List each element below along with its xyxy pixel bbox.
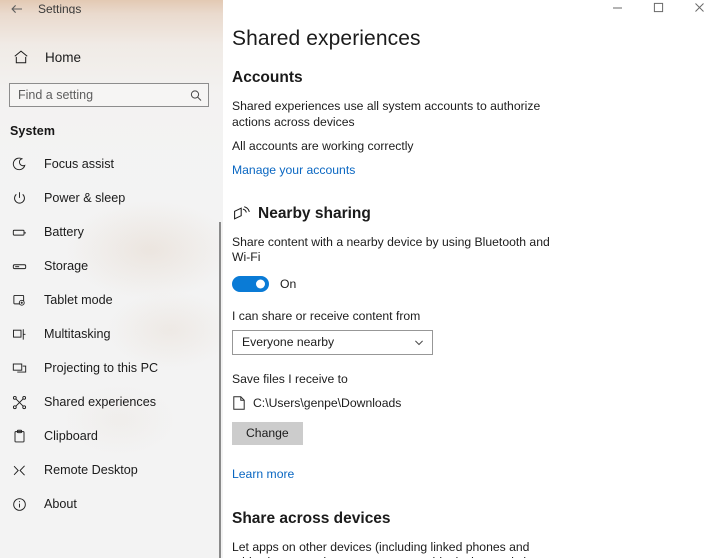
tablet-icon (11, 292, 27, 308)
sidebar-item-remote-desktop[interactable]: Remote Desktop (0, 453, 223, 487)
window-title: Settings (38, 2, 82, 14)
accounts-description: Shared experiences use all system accoun… (232, 99, 541, 129)
sidebar-item-about[interactable]: About (0, 487, 223, 521)
sidebar-scrollbar[interactable] (217, 222, 223, 558)
sidebar-item-label: Battery (44, 225, 84, 239)
window-controls (597, 0, 720, 13)
sidebar-item-home[interactable]: Home (0, 44, 223, 70)
accounts-status: All accounts are working correctly (232, 139, 414, 153)
accounts-heading: Accounts (232, 69, 303, 86)
share-source-label: I can share or receive content from (232, 308, 421, 323)
learn-more-link[interactable]: Learn more (232, 467, 294, 481)
folder-icon (232, 396, 245, 411)
nearby-sharing-toggle[interactable] (232, 275, 269, 292)
share-source-value: Everyone nearby (242, 335, 335, 349)
manage-your-accounts-link[interactable]: Manage your accounts (232, 163, 355, 177)
close-button[interactable] (679, 0, 720, 13)
sidebar-item-projecting-to-this-pc[interactable]: Projecting to this PC (0, 351, 223, 385)
search-box[interactable] (9, 83, 209, 107)
search-icon[interactable] (189, 89, 202, 102)
sidebar-item-label: Multitasking (44, 327, 111, 341)
battery-icon (11, 224, 27, 240)
sidebar-item-multitasking[interactable]: Multitasking (0, 317, 223, 351)
main-content: Shared experiences Accounts Shared exper… (223, 0, 720, 558)
chevron-down-icon (413, 337, 424, 348)
save-path-row: C:\Users\genpe\Downloads (232, 396, 720, 411)
nearby-sharing-description: Share content with a nearby device by us… (232, 234, 550, 265)
sidebar-item-clipboard[interactable]: Clipboard (0, 419, 223, 453)
sidebar-item-label: Focus assist (44, 157, 114, 171)
maximize-button[interactable] (638, 0, 679, 13)
sidebar-item-label: Projecting to this PC (44, 361, 159, 375)
sidebar-group-title: System (10, 124, 56, 138)
remote-desktop-icon (11, 462, 27, 478)
sidebar-nav: Focus assist Power & sleep Battery Stora… (0, 147, 223, 521)
nearby-sharing-heading-row: Nearby sharing (232, 204, 720, 224)
sidebar-scrollbar-thumb[interactable] (219, 222, 221, 558)
shared-experiences-icon (11, 394, 27, 410)
sidebar-item-tablet-mode[interactable]: Tablet mode (0, 283, 223, 317)
save-path-value: C:\Users\genpe\Downloads (253, 396, 402, 410)
home-icon (12, 49, 29, 66)
sidebar-item-focus-assist[interactable]: Focus assist (0, 147, 223, 181)
info-icon (11, 496, 27, 512)
sidebar-item-label: Tablet mode (44, 293, 113, 307)
back-arrow-icon[interactable] (10, 2, 24, 14)
clipboard-icon (11, 428, 27, 444)
page-title: Shared experiences (232, 27, 421, 50)
sidebar-item-label: About (44, 497, 77, 511)
share-across-devices-description: Let apps on other devices (including lin… (232, 539, 539, 558)
sidebar-item-battery[interactable]: Battery (0, 215, 223, 249)
share-across-devices-heading: Share across devices (232, 509, 391, 527)
moon-icon (11, 156, 27, 172)
title-bar-left: Settings (0, 0, 223, 14)
projecting-icon (11, 360, 27, 376)
change-button[interactable]: Change (232, 421, 303, 445)
sidebar-item-label: Power & sleep (44, 191, 126, 205)
sidebar-item-label: Clipboard (44, 429, 98, 443)
sidebar-item-label: Shared experiences (44, 395, 157, 409)
sidebar-item-storage[interactable]: Storage (0, 249, 223, 283)
settings-page: Shared experiences Accounts Shared exper… (223, 0, 720, 558)
settings-window: Settings Home Syste (0, 0, 720, 558)
storage-icon (11, 258, 27, 274)
sidebar-home-label: Home (45, 49, 82, 65)
sidebar-item-power-and-sleep[interactable]: Power & sleep (0, 181, 223, 215)
sidebar: Settings Home Syste (0, 0, 223, 558)
sidebar-item-label: Storage (44, 259, 89, 273)
search-container (0, 83, 223, 107)
power-icon (11, 190, 27, 206)
nearby-sharing-toggle-row: On (232, 275, 720, 292)
save-files-label: Save files I receive to (232, 371, 348, 386)
multitasking-icon (11, 326, 27, 342)
sidebar-item-label: Remote Desktop (44, 463, 138, 477)
minimize-button[interactable] (597, 0, 638, 13)
nearby-share-icon (232, 204, 251, 223)
toggle-knob (256, 279, 265, 288)
share-source-dropdown[interactable]: Everyone nearby (232, 329, 433, 355)
sidebar-item-shared-experiences[interactable]: Shared experiences (0, 385, 223, 419)
nearby-sharing-toggle-state: On (280, 276, 297, 291)
search-input[interactable] (10, 84, 208, 106)
nearby-sharing-heading-label: Nearby sharing (258, 204, 371, 222)
